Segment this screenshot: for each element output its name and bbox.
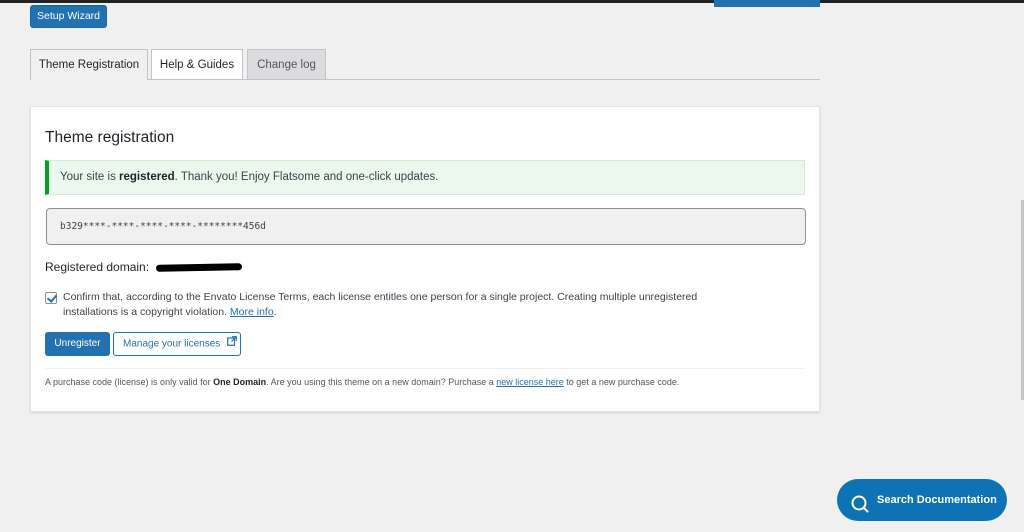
- manage-licenses-label: Manage your licenses: [123, 338, 221, 350]
- new-license-link[interactable]: new license here: [496, 377, 564, 387]
- manage-licenses-button[interactable]: Manage your licenses: [113, 332, 241, 356]
- search-icon: [850, 490, 870, 513]
- search-documentation-button[interactable]: Search Documentation: [837, 479, 1007, 521]
- footnote-bold: One Domain: [213, 377, 267, 387]
- tab-bar: Theme Registration Help & Guides Change …: [30, 49, 820, 80]
- footnote-part3: to get a new purchase code.: [563, 377, 680, 387]
- more-info-link[interactable]: More info: [230, 306, 274, 318]
- unregister-button[interactable]: Unregister: [45, 332, 110, 356]
- tab-help-guides[interactable]: Help & Guides: [151, 49, 243, 79]
- external-link-icon: [227, 333, 237, 355]
- admin-top-bar: [0, 0, 1024, 3]
- footnote-part2: . Are you using this theme on a new doma…: [266, 377, 497, 387]
- search-documentation-label: Search Documentation: [877, 494, 997, 506]
- tab-change-log[interactable]: Change log: [247, 49, 326, 79]
- purchase-footnote: A purchase code (license) is only valid …: [45, 377, 679, 387]
- footnote-part1: A purchase code (license) is only valid …: [45, 377, 214, 387]
- redacted-domain: [156, 263, 243, 273]
- domain-label: Registered domain:: [45, 260, 150, 274]
- purchase-code-field[interactable]: b329****-****-****-****-********456d: [46, 208, 806, 245]
- tab-theme-registration[interactable]: Theme Registration: [30, 49, 148, 80]
- confirm-checkbox[interactable]: [45, 292, 57, 304]
- confirm-body: Confirm that, according to the Envato Li…: [63, 291, 698, 318]
- registration-card: Theme registration Your site is register…: [30, 106, 820, 412]
- success-notice: Your site is registered. Thank you! Enjo…: [45, 160, 805, 195]
- divider: [45, 368, 805, 369]
- top-accent-bar: [714, 0, 820, 7]
- notice-prefix: Your site is: [60, 171, 120, 183]
- confirm-text: Confirm that, according to the Envato Li…: [63, 290, 723, 320]
- notice-suffix: . Thank you! Enjoy Flatsome and one-clic…: [174, 171, 439, 183]
- card-title: Theme registration: [45, 129, 175, 146]
- notice-bold: registered: [119, 171, 175, 183]
- confirm-after: .: [273, 306, 277, 318]
- setup-wizard-button[interactable]: Setup Wizard: [30, 5, 107, 28]
- registered-domain: Registered domain:: [45, 260, 243, 274]
